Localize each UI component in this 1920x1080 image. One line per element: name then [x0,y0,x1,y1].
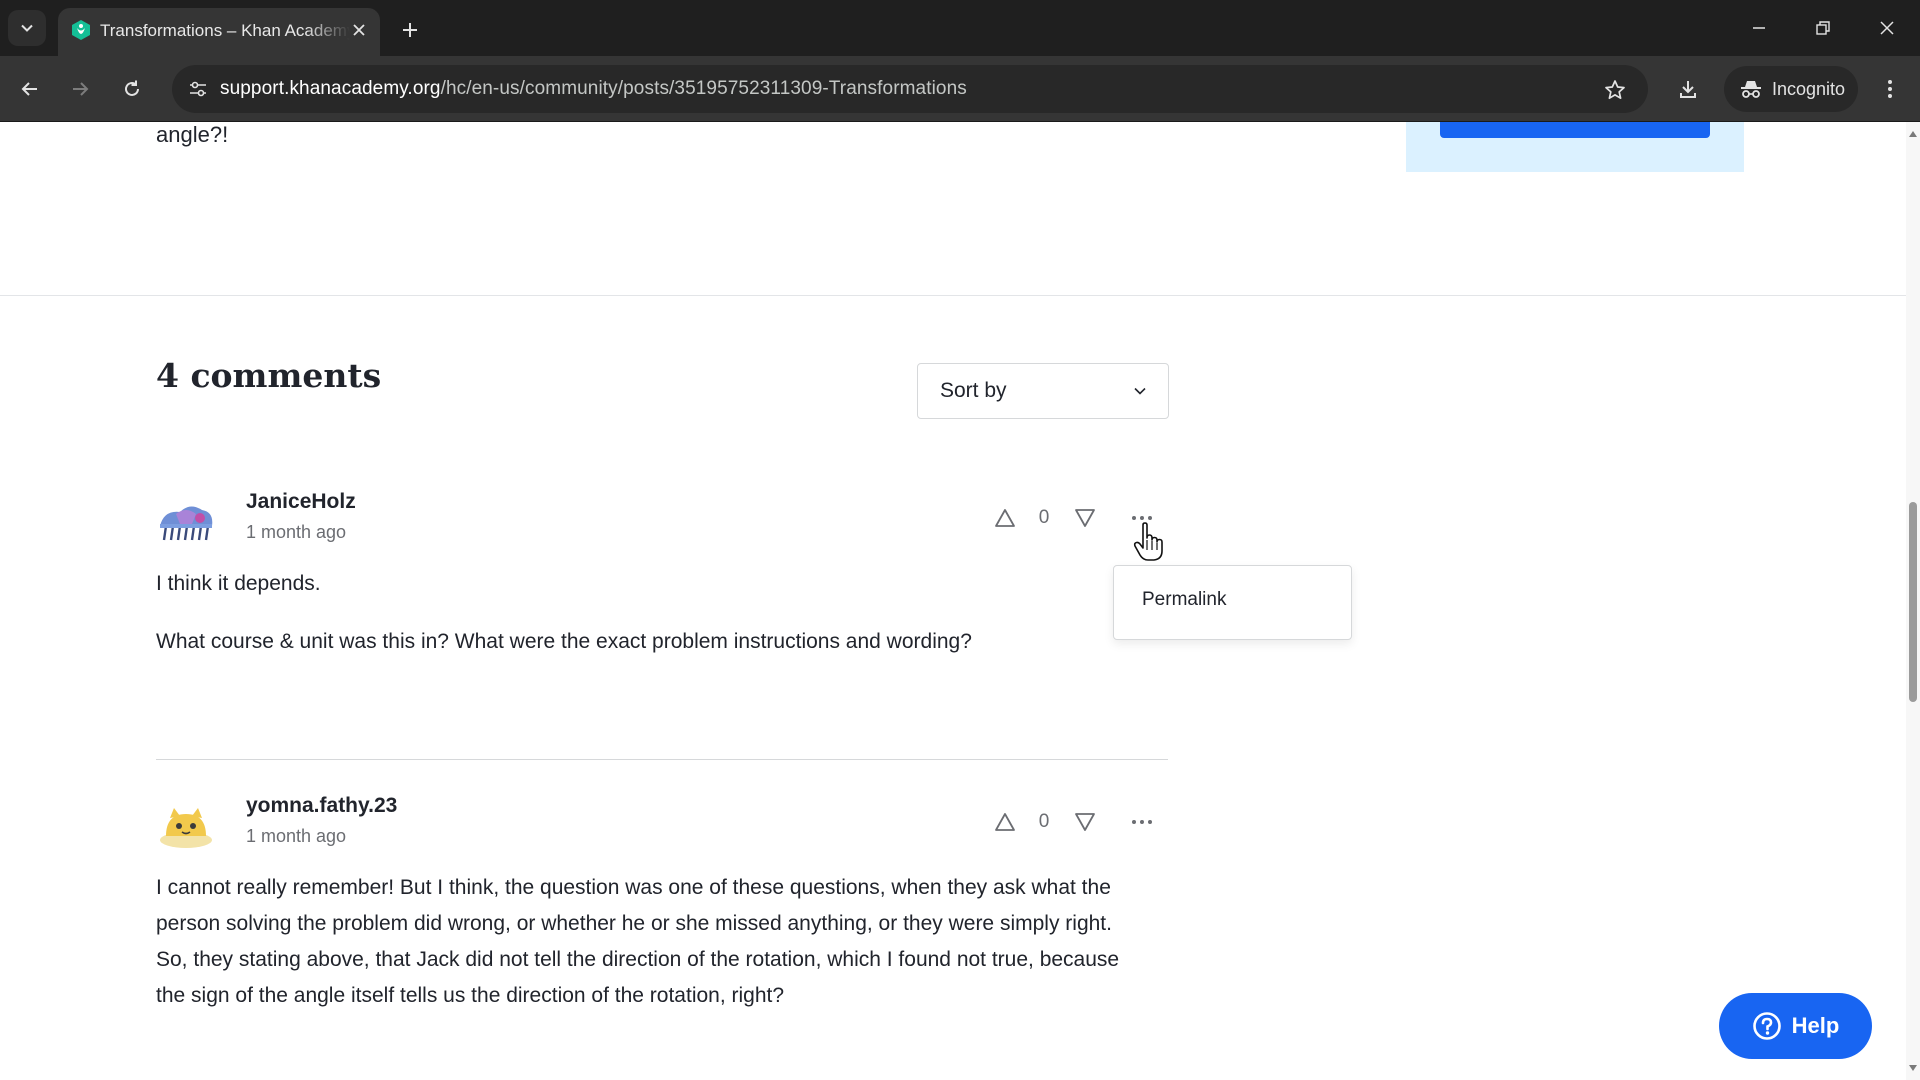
comment-body-line: person solving the problem did wrong, or… [156,912,1112,935]
comment-body-line: I think it depends. [156,572,321,595]
help-button[interactable]: Help [1719,993,1872,1059]
window-close-button[interactable] [1864,8,1910,48]
star-icon [1605,80,1625,100]
scroll-down-arrow-icon[interactable] [1909,1064,1917,1072]
close-icon [353,24,365,36]
reload-icon [125,80,139,96]
browser-toolbar: support.khanacademy.org/hc/en-us/communi… [0,56,1920,122]
comment-actions-menu: Permalink [1113,565,1352,640]
sort-by-dropdown[interactable]: Sort by [917,363,1169,419]
url-path: /hc/en-us/community/posts/35195752311309… [440,78,967,99]
close-icon [1880,21,1894,35]
comment-body-line: So, they stating above, that Jack did no… [156,948,1120,971]
tune-icon [190,81,206,97]
downloads-button[interactable] [1670,71,1706,107]
avatar [160,506,213,541]
more-horizontal-icon [1132,820,1152,824]
sort-by-label: Sort by [940,379,1007,402]
kebab-menu-icon [1888,80,1892,98]
incognito-icon [1741,81,1761,98]
comment-body-line: What course & unit was this in? What wer… [156,630,972,653]
bookmark-button[interactable] [1602,77,1628,103]
sidebar-callout [1406,122,1744,172]
upvote-button[interactable] [992,810,1018,834]
chevron-down-icon [21,24,33,32]
avatar [160,808,212,848]
downvote-button[interactable] [1072,506,1098,530]
incognito-label: Incognito [1772,78,1846,99]
page-content: angle?! 4 comments Sort by JaniceHolz 1 … [0,122,1906,1080]
vote-count: 0 [1038,507,1050,528]
tab-title: Transformations – Khan Academy [100,21,350,40]
comment-author[interactable]: JaniceHolz [246,490,356,514]
more-horizontal-icon [1132,516,1152,520]
upvote-icon [995,813,1015,831]
comment-author[interactable]: yomna.fathy.23 [246,794,397,818]
comment-actions-button[interactable] [1127,810,1157,834]
comment-divider [156,759,1168,760]
scroll-up-arrow-icon[interactable] [1909,130,1917,138]
forward-button[interactable] [62,71,98,107]
post-body-tail: angle?! [156,122,229,147]
minimize-button[interactable] [1736,8,1782,48]
restore-icon [1816,21,1830,35]
hand-cursor-icon [1133,522,1163,561]
comment-body-line: I cannot really remember! But I think, t… [156,876,1111,899]
upvote-button[interactable] [992,506,1018,530]
incognito-indicator[interactable]: Incognito [1724,66,1858,112]
khan-academy-favicon-icon [72,20,90,40]
reload-button[interactable] [114,71,150,107]
help-label: Help [1791,1013,1840,1038]
scrollbar-thumb[interactable] [1909,502,1917,702]
chevron-down-icon [1134,387,1146,395]
plus-icon [403,23,417,37]
help-circle-icon [1752,1012,1781,1040]
arrow-right-icon [73,82,89,96]
tab-close-button[interactable] [348,19,370,41]
comments-heading: 4 comments [156,356,382,395]
comment-item: yomna.fathy.23 1 month ago 0 I cannot re… [156,790,1168,1080]
browser-tab[interactable]: Transformations – Khan Academy [58,8,380,56]
tab-search-button[interactable] [8,10,46,46]
url-text: support.khanacademy.org/hc/en-us/communi… [220,78,967,100]
comment-item: JaniceHolz 1 month ago 0 I think it depe… [156,486,1168,686]
site-info-button[interactable] [184,76,212,102]
new-tab-button[interactable] [396,16,424,44]
minimize-icon [1753,27,1765,29]
section-divider [0,295,1906,296]
downvote-button[interactable] [1072,810,1098,834]
browser-menu-button[interactable] [1872,71,1908,107]
download-icon [1680,81,1696,98]
upvote-icon [995,509,1015,527]
vote-count: 0 [1038,811,1050,832]
back-button[interactable] [12,71,48,107]
comment-body-line: the sign of the angle itself tells us th… [156,984,785,1007]
comment-timestamp: 1 month ago [246,826,347,846]
downvote-icon [1075,509,1095,527]
permalink-menu-item[interactable]: Permalink [1142,589,1226,611]
arrow-left-icon [21,82,37,96]
browser-tab-bar: Transformations – Khan Academy [0,0,1920,56]
url-host: support.khanacademy.org [220,78,441,99]
address-bar[interactable]: support.khanacademy.org/hc/en-us/communi… [172,65,1648,113]
comment-timestamp: 1 month ago [246,522,347,542]
downvote-icon [1075,813,1095,831]
sidebar-callout-button[interactable] [1440,122,1710,138]
page-scrollbar[interactable] [1906,122,1920,1080]
restore-button[interactable] [1800,8,1846,48]
